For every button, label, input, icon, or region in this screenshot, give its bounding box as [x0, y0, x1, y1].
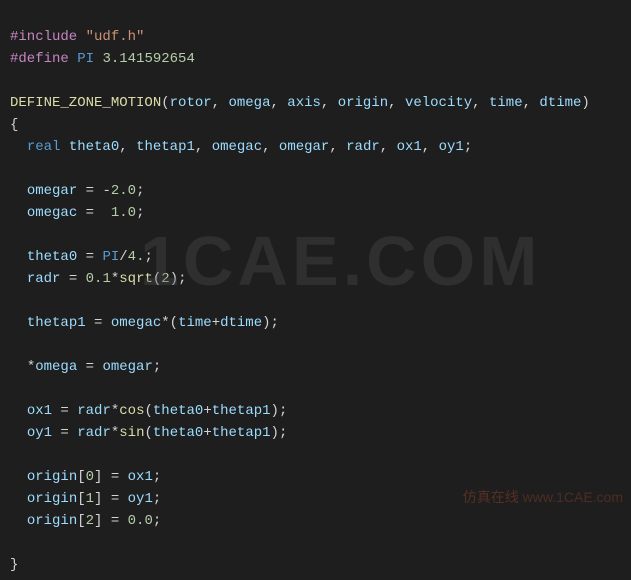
- define-value: 3.141592654: [102, 51, 194, 67]
- define-name: PI: [77, 51, 94, 67]
- sin-call: sin: [119, 425, 144, 441]
- line-8: omegar = -2.0;: [10, 183, 144, 199]
- line-21: origin[0] = ox1;: [10, 469, 161, 485]
- line-23: origin[2] = 0.0;: [10, 513, 161, 529]
- line-22: origin[1] = oy1;: [10, 491, 161, 507]
- line-18: ox1 = radr*cos(theta0+thetap1);: [10, 403, 287, 419]
- type-real: real: [27, 139, 61, 155]
- line-6: real theta0, thetap1, omegac, omegar, ra…: [10, 139, 472, 155]
- line-19: oy1 = radr*sin(theta0+thetap1);: [10, 425, 287, 441]
- macro-func: DEFINE_ZONE_MOTION: [10, 95, 161, 111]
- line-25: }: [10, 557, 18, 573]
- code-block: #include "udf.h" #define PI 3.141592654 …: [0, 0, 631, 580]
- sqrt-call: sqrt: [119, 271, 153, 287]
- line-16: *omega = omegar;: [10, 359, 161, 375]
- include-keyword: #include: [10, 29, 77, 45]
- line-2: #define PI 3.141592654: [10, 51, 195, 67]
- define-keyword: #define: [10, 51, 69, 67]
- cos-call: cos: [119, 403, 144, 419]
- line-1: #include "udf.h": [10, 29, 144, 45]
- include-string: "udf.h": [86, 29, 145, 45]
- line-4: DEFINE_ZONE_MOTION(rotor, omega, axis, o…: [10, 95, 590, 111]
- line-9: omegac = 1.0;: [10, 205, 144, 221]
- line-14: thetap1 = omegac*(time+dtime);: [10, 315, 279, 331]
- line-12: radr = 0.1*sqrt(2);: [10, 271, 187, 287]
- line-11: theta0 = PI/4.;: [10, 249, 153, 265]
- line-5: {: [10, 117, 18, 133]
